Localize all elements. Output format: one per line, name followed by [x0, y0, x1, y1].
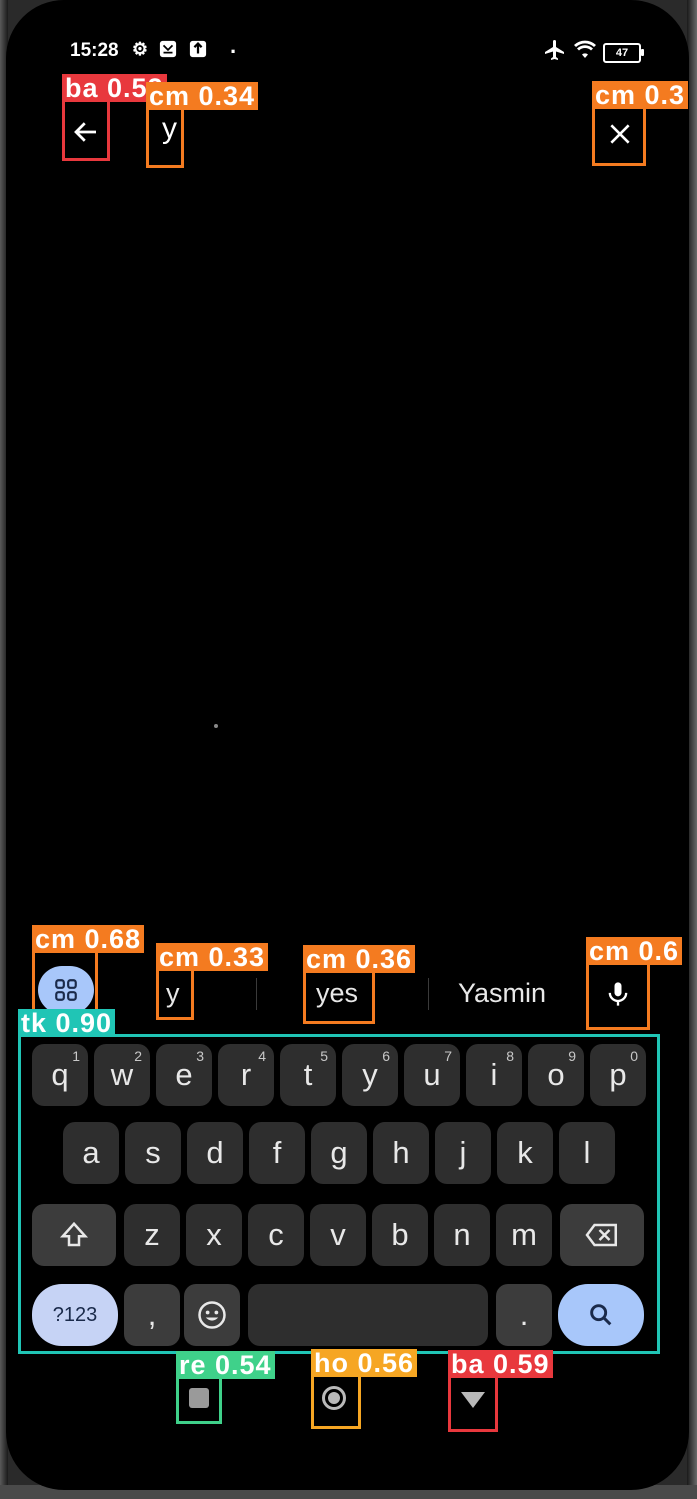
detection-label-ho: ho 0.56 — [311, 1349, 418, 1377]
detection-box-cm — [303, 970, 375, 1024]
detection-label-cm: cm 0.36 — [303, 945, 416, 973]
detection-label-ba: ba 0.59 — [448, 1350, 553, 1378]
detection-label-cm: cm 0.6 — [586, 937, 683, 965]
battery-icon: 47 — [603, 43, 644, 63]
detection-box-tk — [18, 1034, 660, 1354]
suggestion-separator — [428, 978, 429, 1010]
app-notif-icon — [158, 39, 178, 59]
detection-box-cm — [146, 106, 184, 168]
detection-box-ho — [311, 1374, 361, 1429]
detection-label-tk: tk 0.90 — [18, 1009, 116, 1037]
detection-box-re — [176, 1376, 222, 1424]
detection-label-re: re 0.54 — [176, 1351, 275, 1379]
detection-label-cm: cm 0.3 — [592, 81, 689, 109]
status-time: 15:28 — [70, 40, 119, 61]
detection-label-cm: cm 0.34 — [146, 82, 259, 110]
detection-box-ba — [448, 1375, 498, 1432]
status-right-icons: 47 — [543, 38, 644, 68]
suggestion-yasmin[interactable]: Yasmin — [458, 978, 546, 1009]
detection-box-cm — [156, 968, 194, 1020]
suggestion-separator — [256, 978, 257, 1010]
detection-box-cm — [592, 105, 646, 166]
detection-label-cm: cm 0.68 — [32, 925, 145, 953]
screen-speck — [214, 724, 218, 728]
more-notifications-dot: · — [230, 39, 238, 64]
status-bar: 15:28 ⚙ · 47 — [70, 36, 644, 68]
upload-icon — [188, 39, 208, 59]
detection-box-cm — [586, 962, 650, 1030]
battery-level: 47 — [615, 47, 629, 59]
detection-box-ba — [62, 99, 110, 161]
wifi-icon — [573, 38, 597, 68]
gear-icon: ⚙ — [131, 38, 149, 59]
airplane-icon — [543, 38, 567, 68]
detection-label-cm: cm 0.33 — [156, 943, 269, 971]
